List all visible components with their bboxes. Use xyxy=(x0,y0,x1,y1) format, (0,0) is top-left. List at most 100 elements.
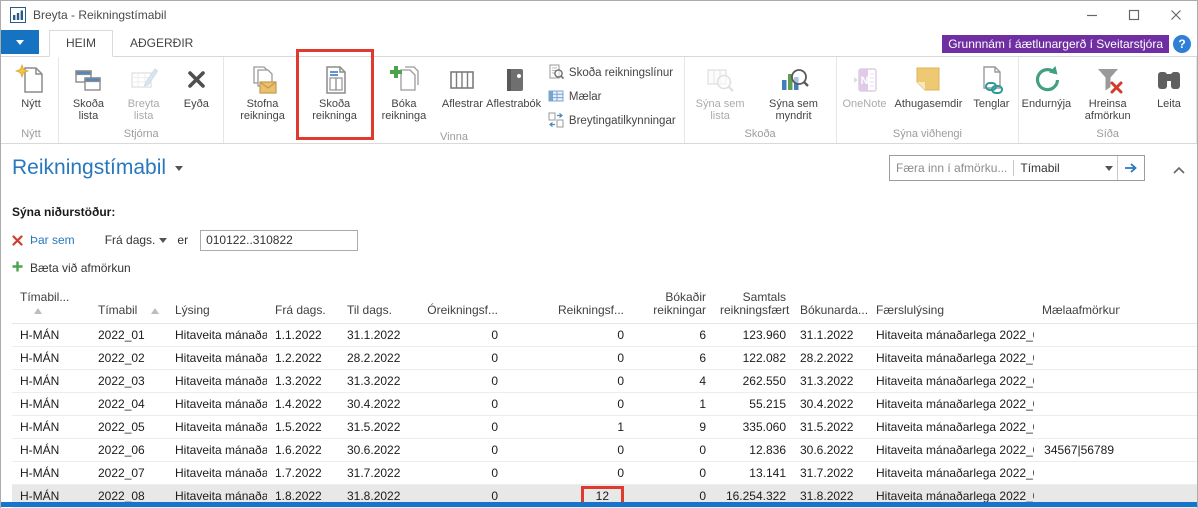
table-cell[interactable]: 30.4.2022 xyxy=(339,393,414,416)
table-cell[interactable]: 1 xyxy=(630,393,712,416)
table-cell[interactable]: 2022_07 xyxy=(90,462,167,485)
help-icon[interactable]: ? xyxy=(1173,35,1191,53)
table-cell[interactable]: 2022_03 xyxy=(90,370,167,393)
column-header[interactable]: Bókaðir reikningar xyxy=(630,287,712,324)
post-invoices-button[interactable]: Bóka reikninga xyxy=(371,59,438,122)
table-cell[interactable]: 28.2.2022 xyxy=(792,347,868,370)
table-cell[interactable]: 30.4.2022 xyxy=(792,393,868,416)
where-link[interactable]: Þar sem xyxy=(30,233,75,247)
table-row[interactable]: H-MÁN 2022_03 Hitaveita mánaðarl... 1.3.… xyxy=(12,370,1197,393)
table-cell[interactable]: 0 xyxy=(414,324,504,347)
readings-book-button[interactable]: Aflestrabók xyxy=(487,59,540,110)
filter-field-selector[interactable]: Frá dags. xyxy=(105,233,156,247)
table-cell[interactable]: H-MÁN xyxy=(12,324,90,347)
tab-adgerdir[interactable]: AÐGERÐIR xyxy=(113,30,210,57)
table-cell[interactable]: H-MÁN xyxy=(12,416,90,439)
table-cell[interactable]: 31.3.2022 xyxy=(339,370,414,393)
maximize-icon[interactable] xyxy=(1113,1,1155,29)
change-notifications-button[interactable]: Breytingatilkynningar xyxy=(548,111,676,131)
table-cell[interactable]: 0 xyxy=(504,462,630,485)
table-cell[interactable]: 30.6.2022 xyxy=(339,439,414,462)
view-invoice-lines-button[interactable]: Skoða reikningslínur xyxy=(548,63,676,83)
column-header[interactable]: Lýsing xyxy=(167,287,267,324)
page-title[interactable]: Reikningstímabil xyxy=(12,156,166,180)
table-cell[interactable]: 1.7.2022 xyxy=(267,462,339,485)
table-cell[interactable]: 0 xyxy=(504,439,630,462)
table-cell[interactable]: 0 xyxy=(414,393,504,416)
table-cell[interactable]: H-MÁN xyxy=(12,439,90,462)
table-cell[interactable]: Hitaveita mánaðarl... xyxy=(167,462,267,485)
table-cell[interactable]: 0 xyxy=(504,347,630,370)
column-header[interactable]: Óreikningsf... xyxy=(414,287,504,324)
table-cell[interactable]: Hitaveita mánaðarlega 2022_06 xyxy=(868,439,1034,462)
notes-button[interactable]: Athugasemdir xyxy=(891,59,967,110)
table-cell[interactable]: 122.082 xyxy=(712,347,792,370)
table-cell[interactable]: 31.7.2022 xyxy=(339,462,414,485)
column-header[interactable]: Reikningsf... xyxy=(504,287,630,324)
table-cell[interactable]: Hitaveita mánaðarlega 2022_04 xyxy=(868,393,1034,416)
view-invoices-button[interactable]: Skoða reikninga xyxy=(299,59,371,122)
table-cell[interactable]: Hitaveita mánaðarl... xyxy=(167,439,267,462)
table-cell[interactable]: 0 xyxy=(630,462,712,485)
table-cell[interactable]: 55.215 xyxy=(712,393,792,416)
show-as-chart-button[interactable]: Sýna sem myndrit xyxy=(754,59,834,122)
table-row[interactable]: H-MÁN 2022_06 Hitaveita mánaðarl... 1.6.… xyxy=(12,439,1197,462)
remove-filter-x-icon[interactable] xyxy=(12,235,23,246)
table-cell[interactable]: 4 xyxy=(630,370,712,393)
table-cell[interactable]: 31.1.2022 xyxy=(339,324,414,347)
column-header[interactable]: Frá dags. xyxy=(267,287,339,324)
table-cell[interactable]: 2022_02 xyxy=(90,347,167,370)
table-cell[interactable]: 1.1.2022 xyxy=(267,324,339,347)
table-row[interactable]: H-MÁN 2022_04 Hitaveita mánaðarl... 1.4.… xyxy=(12,393,1197,416)
table-cell[interactable]: 9 xyxy=(630,416,712,439)
table-cell[interactable]: Hitaveita mánaðarlega 2022_01 xyxy=(868,324,1034,347)
table-cell[interactable]: 1 xyxy=(504,416,630,439)
table-cell[interactable]: 0 xyxy=(504,370,630,393)
table-cell[interactable] xyxy=(1034,393,1120,416)
table-row[interactable]: H-MÁN 2022_02 Hitaveita mánaðarl... 1.2.… xyxy=(12,347,1197,370)
table-cell[interactable]: 1.3.2022 xyxy=(267,370,339,393)
close-icon[interactable] xyxy=(1155,1,1197,29)
table-cell[interactable]: Hitaveita mánaðarlega 2022_07 xyxy=(868,462,1034,485)
collapse-pane-chevron-up-icon[interactable] xyxy=(1173,161,1185,179)
chevron-down-icon[interactable] xyxy=(159,238,167,243)
table-cell[interactable]: 31.7.2022 xyxy=(792,462,868,485)
table-row[interactable]: H-MÁN 2022_05 Hitaveita mánaðarl... 1.5.… xyxy=(12,416,1197,439)
table-row[interactable]: H-MÁN 2022_07 Hitaveita mánaðarl... 1.7.… xyxy=(12,462,1197,485)
table-cell[interactable]: 6 xyxy=(630,347,712,370)
table-cell[interactable]: 0 xyxy=(504,393,630,416)
table-cell[interactable] xyxy=(1034,324,1120,347)
table-cell[interactable] xyxy=(1034,370,1120,393)
table-cell[interactable]: 1.4.2022 xyxy=(267,393,339,416)
table-cell[interactable]: 2022_01 xyxy=(90,324,167,347)
links-button[interactable]: Tenglar xyxy=(966,59,1016,110)
table-cell[interactable]: H-MÁN xyxy=(12,393,90,416)
column-header[interactable]: Bókunarda... xyxy=(792,287,868,324)
create-invoices-button[interactable]: Stofna reikninga xyxy=(226,59,298,122)
quick-filter-field-selector[interactable]: Tímabil xyxy=(1014,161,1101,175)
table-cell[interactable]: 13.141 xyxy=(712,462,792,485)
table-cell[interactable]: 2022_04 xyxy=(90,393,167,416)
table-cell[interactable] xyxy=(1034,347,1120,370)
table-cell[interactable]: 31.3.2022 xyxy=(792,370,868,393)
table-cell[interactable]: 0 xyxy=(414,370,504,393)
onenote-button[interactable]: N OneNote xyxy=(839,59,891,110)
delete-button[interactable]: Eyða xyxy=(171,59,221,110)
table-cell[interactable]: 0 xyxy=(414,462,504,485)
column-header[interactable]: Tímabil xyxy=(90,287,167,324)
table-cell[interactable]: H-MÁN xyxy=(12,347,90,370)
table-cell[interactable]: Hitaveita mánaðarlega 2022_02 xyxy=(868,347,1034,370)
chevron-down-icon[interactable] xyxy=(1105,166,1113,171)
tab-heim[interactable]: HEIM xyxy=(49,30,113,57)
table-cell[interactable]: 0 xyxy=(414,416,504,439)
table-cell[interactable]: Hitaveita mánaðarl... xyxy=(167,347,267,370)
quick-filter-box[interactable]: Færa inn í afmörku... Tímabil xyxy=(889,155,1145,181)
table-cell[interactable]: 1.2.2022 xyxy=(267,347,339,370)
table-cell[interactable]: Hitaveita mánaðarlega 2022_05 xyxy=(868,416,1034,439)
meters-button[interactable]: Mælar xyxy=(548,87,676,107)
column-header[interactable]: Samtals reikningsfært xyxy=(712,287,792,324)
refresh-button[interactable]: Endurnýja xyxy=(1021,59,1071,110)
table-cell[interactable]: 6 xyxy=(630,324,712,347)
table-cell[interactable]: 2022_06 xyxy=(90,439,167,462)
apply-filter-arrow-icon[interactable] xyxy=(1117,156,1144,180)
